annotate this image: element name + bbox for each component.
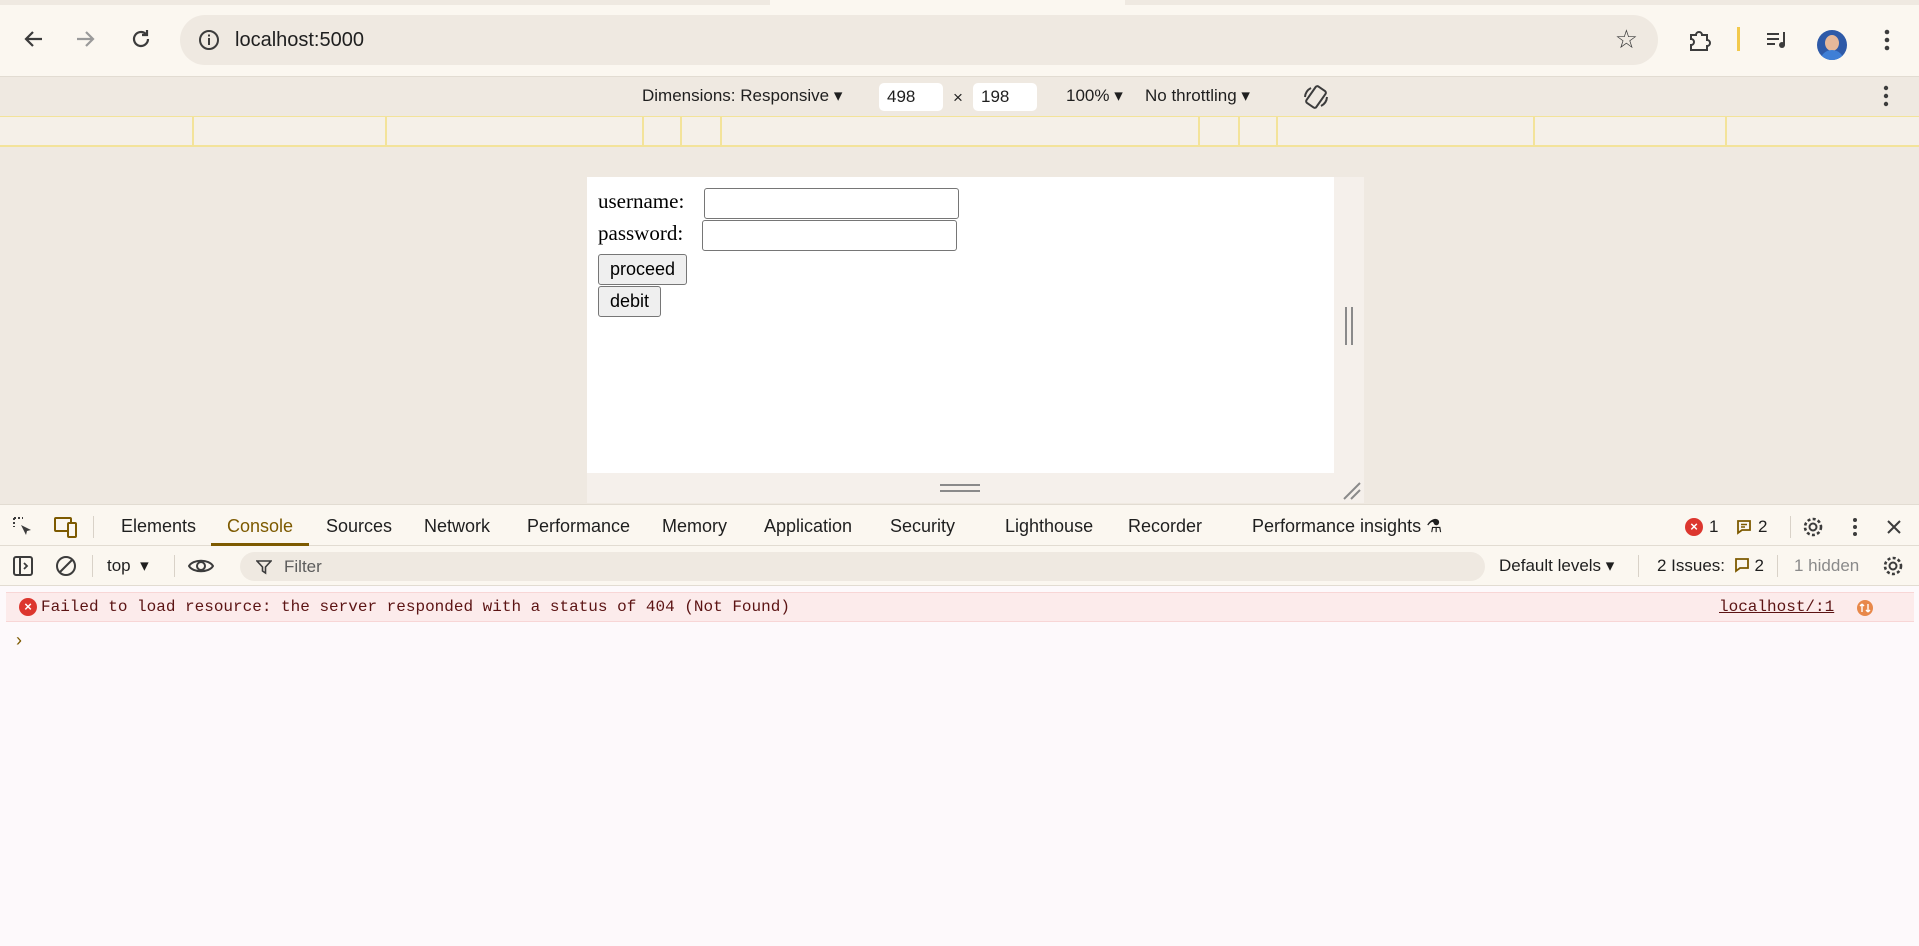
tab-memory[interactable]: Memory — [662, 516, 727, 537]
tab-console[interactable]: Console — [227, 516, 293, 537]
sidebar-toggle-icon[interactable] — [10, 553, 36, 579]
error-source-link[interactable]: localhost/:1 — [1719, 598, 1834, 616]
rotate-icon[interactable] — [1302, 83, 1330, 116]
devtools-tab-bar: Elements Console Sources Network Perform… — [0, 504, 1919, 546]
log-levels-dropdown[interactable]: Default levels ▾ — [1499, 556, 1614, 576]
issues-button[interactable]: 2 Issues: 2 — [1657, 556, 1764, 576]
message-icon — [1737, 520, 1751, 535]
back-icon[interactable] — [18, 23, 50, 55]
tab-network[interactable]: Network — [424, 516, 490, 537]
flask-icon: ⚗ — [1426, 516, 1443, 536]
tab-elements[interactable]: Elements — [121, 516, 196, 537]
profile-avatar[interactable] — [1817, 30, 1847, 60]
error-icon: × — [1685, 518, 1703, 536]
proceed-button[interactable]: proceed — [598, 254, 688, 285]
console-error-message: × Failed to load resource: the server re… — [6, 592, 1914, 622]
url-text[interactable]: localhost:5000 — [235, 29, 364, 52]
device-viewport-area: username: password: proceed debit — [0, 147, 1919, 504]
toolbar-divider — [1777, 555, 1778, 577]
error-icon: × — [19, 598, 37, 616]
device-toolbar: Dimensions: Responsive ▾ 498 × 198 100% … — [0, 76, 1919, 116]
username-input[interactable] — [704, 188, 959, 219]
forward-icon[interactable] — [69, 23, 101, 55]
tab-sources[interactable]: Sources — [326, 516, 392, 537]
extensions-icon[interactable] — [1682, 23, 1716, 57]
password-label: password: — [598, 221, 684, 245]
password-input[interactable] — [702, 220, 957, 251]
filter-icon — [256, 560, 272, 575]
zoom-dropdown[interactable]: 100% ▾ — [1066, 86, 1123, 106]
settings-gear-icon[interactable] — [1800, 514, 1826, 540]
tab-lighthouse[interactable]: Lighthouse — [1005, 516, 1093, 537]
close-devtools-icon[interactable] — [1881, 514, 1907, 540]
console-prompt[interactable]: › — [16, 630, 22, 651]
width-input[interactable]: 498 — [879, 83, 943, 111]
height-input[interactable]: 198 — [973, 83, 1037, 111]
hidden-count: 1 hidden — [1794, 556, 1860, 575]
tab-security[interactable]: Security — [890, 516, 955, 537]
browser-toolbar: localhost:5000 ☆ — [0, 5, 1919, 76]
console-filter-input[interactable]: Filter — [240, 552, 1485, 581]
tab-performance-insights[interactable]: Performance insights ⚗ — [1252, 516, 1442, 537]
device-toggle-icon[interactable] — [53, 514, 79, 540]
error-counter[interactable]: × 1 — [1685, 517, 1718, 537]
network-request-icon[interactable] — [1856, 599, 1874, 617]
error-text: Failed to load resource: the server resp… — [41, 598, 790, 616]
toolbar-divider — [1737, 27, 1740, 51]
browser-menu-icon[interactable] — [1870, 23, 1904, 57]
tab-application[interactable]: Application — [764, 516, 852, 537]
throttling-dropdown[interactable]: No throttling ▾ — [1145, 86, 1250, 106]
tab-performance[interactable]: Performance — [527, 516, 630, 537]
dimension-separator: × — [953, 88, 963, 107]
toolbar-divider — [174, 555, 175, 577]
context-selector[interactable]: top ▾ — [107, 556, 149, 576]
issues-icon — [1734, 558, 1749, 573]
resize-handle-bottom[interactable] — [587, 473, 1334, 503]
console-toolbar: top ▾ Filter Default levels ▾ 2 Issues: … — [0, 546, 1919, 586]
filter-placeholder: Filter — [284, 557, 322, 576]
clear-console-icon[interactable] — [53, 553, 79, 579]
debit-button[interactable]: debit — [598, 286, 662, 317]
message-counter[interactable]: 2 — [1736, 517, 1767, 537]
address-bar[interactable]: localhost:5000 ☆ — [180, 15, 1658, 65]
inspect-element-icon[interactable] — [10, 514, 36, 540]
resize-handle-right[interactable] — [1334, 177, 1364, 473]
bookmark-star-icon[interactable]: ☆ — [1615, 24, 1638, 55]
toolbar-divider — [92, 555, 93, 577]
media-query-bar[interactable] — [0, 116, 1919, 147]
device-toolbar-menu-icon[interactable] — [1883, 85, 1889, 112]
emulated-page: username: password: proceed debit — [587, 177, 1334, 473]
tab-recorder[interactable]: Recorder — [1128, 516, 1202, 537]
console-output: × Failed to load resource: the server re… — [0, 586, 1919, 946]
site-info-icon[interactable] — [196, 27, 222, 53]
dimensions-dropdown[interactable]: Dimensions: Responsive ▾ — [642, 86, 842, 106]
live-expression-eye-icon[interactable] — [188, 553, 214, 579]
username-label: username: — [598, 189, 685, 213]
reload-icon[interactable] — [125, 23, 157, 55]
tab-divider — [93, 516, 94, 538]
resize-handle-corner[interactable] — [1334, 473, 1364, 503]
devtools-menu-icon[interactable] — [1842, 514, 1868, 540]
media-controls-icon[interactable] — [1760, 23, 1794, 57]
console-settings-gear-icon[interactable] — [1880, 553, 1906, 579]
tab-divider — [1790, 516, 1791, 538]
toolbar-divider — [1638, 555, 1639, 577]
